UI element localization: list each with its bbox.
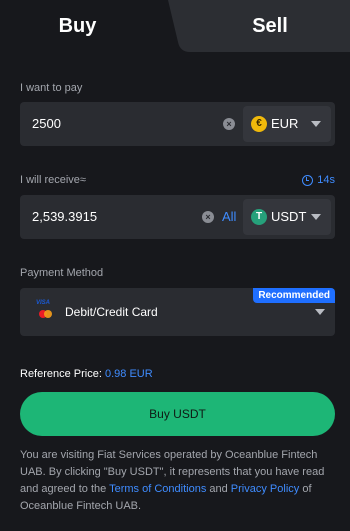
usdt-coin-icon: T (251, 209, 267, 225)
pay-label: I want to pay (20, 82, 83, 94)
recommended-badge: Recommended (253, 288, 335, 303)
receive-field[interactable]: 2,539.3915 × All T USDT (20, 195, 335, 239)
all-button[interactable]: All (222, 195, 236, 239)
pay-currency-code: EUR (271, 116, 299, 131)
visa-mastercard-icon: VISA (36, 300, 58, 322)
payment-method-select[interactable]: VISA Debit/Credit Card Recommended (20, 288, 335, 336)
tab-sell[interactable]: Sell (190, 0, 350, 52)
clear-icon[interactable]: × (202, 211, 214, 223)
payment-method-label: Payment Method (20, 267, 104, 279)
chevron-down-icon (311, 121, 321, 127)
timer-value: 14s (317, 174, 335, 186)
privacy-policy-link[interactable]: Privacy Policy (231, 483, 299, 495)
chevron-down-icon (315, 309, 325, 315)
buy-usdt-button[interactable]: Buy USDT (20, 392, 335, 436)
tab-buy[interactable]: Buy (0, 0, 155, 52)
receive-amount-input[interactable]: 2,539.3915 (32, 195, 97, 239)
receive-currency-code: USDT (271, 209, 307, 224)
pay-currency-select[interactable]: € EUR (243, 106, 331, 142)
reference-price-label: Reference Price: (20, 368, 102, 380)
clear-icon[interactable]: × (223, 118, 235, 130)
eur-coin-icon: € (251, 116, 267, 132)
receive-label: I will receive≈ (20, 174, 86, 186)
chevron-down-icon (311, 214, 321, 220)
buy-sell-tabs: Buy Sell (0, 0, 350, 52)
receive-currency-select[interactable]: T USDT (243, 199, 331, 235)
pay-amount-input[interactable]: 2500 (32, 102, 61, 146)
payment-method-value: Debit/Credit Card (65, 305, 158, 319)
quote-timer: 14s (302, 174, 335, 186)
disclaimer-text: You are visiting Fiat Services operated … (20, 449, 325, 512)
terms-link[interactable]: Terms of Conditions (109, 483, 206, 495)
pay-field[interactable]: 2500 × € EUR (20, 102, 335, 146)
clock-icon (302, 174, 314, 186)
reference-price-value: 0.98 EUR (105, 368, 153, 380)
reference-price: Reference Price: 0.98 EUR (20, 368, 153, 380)
